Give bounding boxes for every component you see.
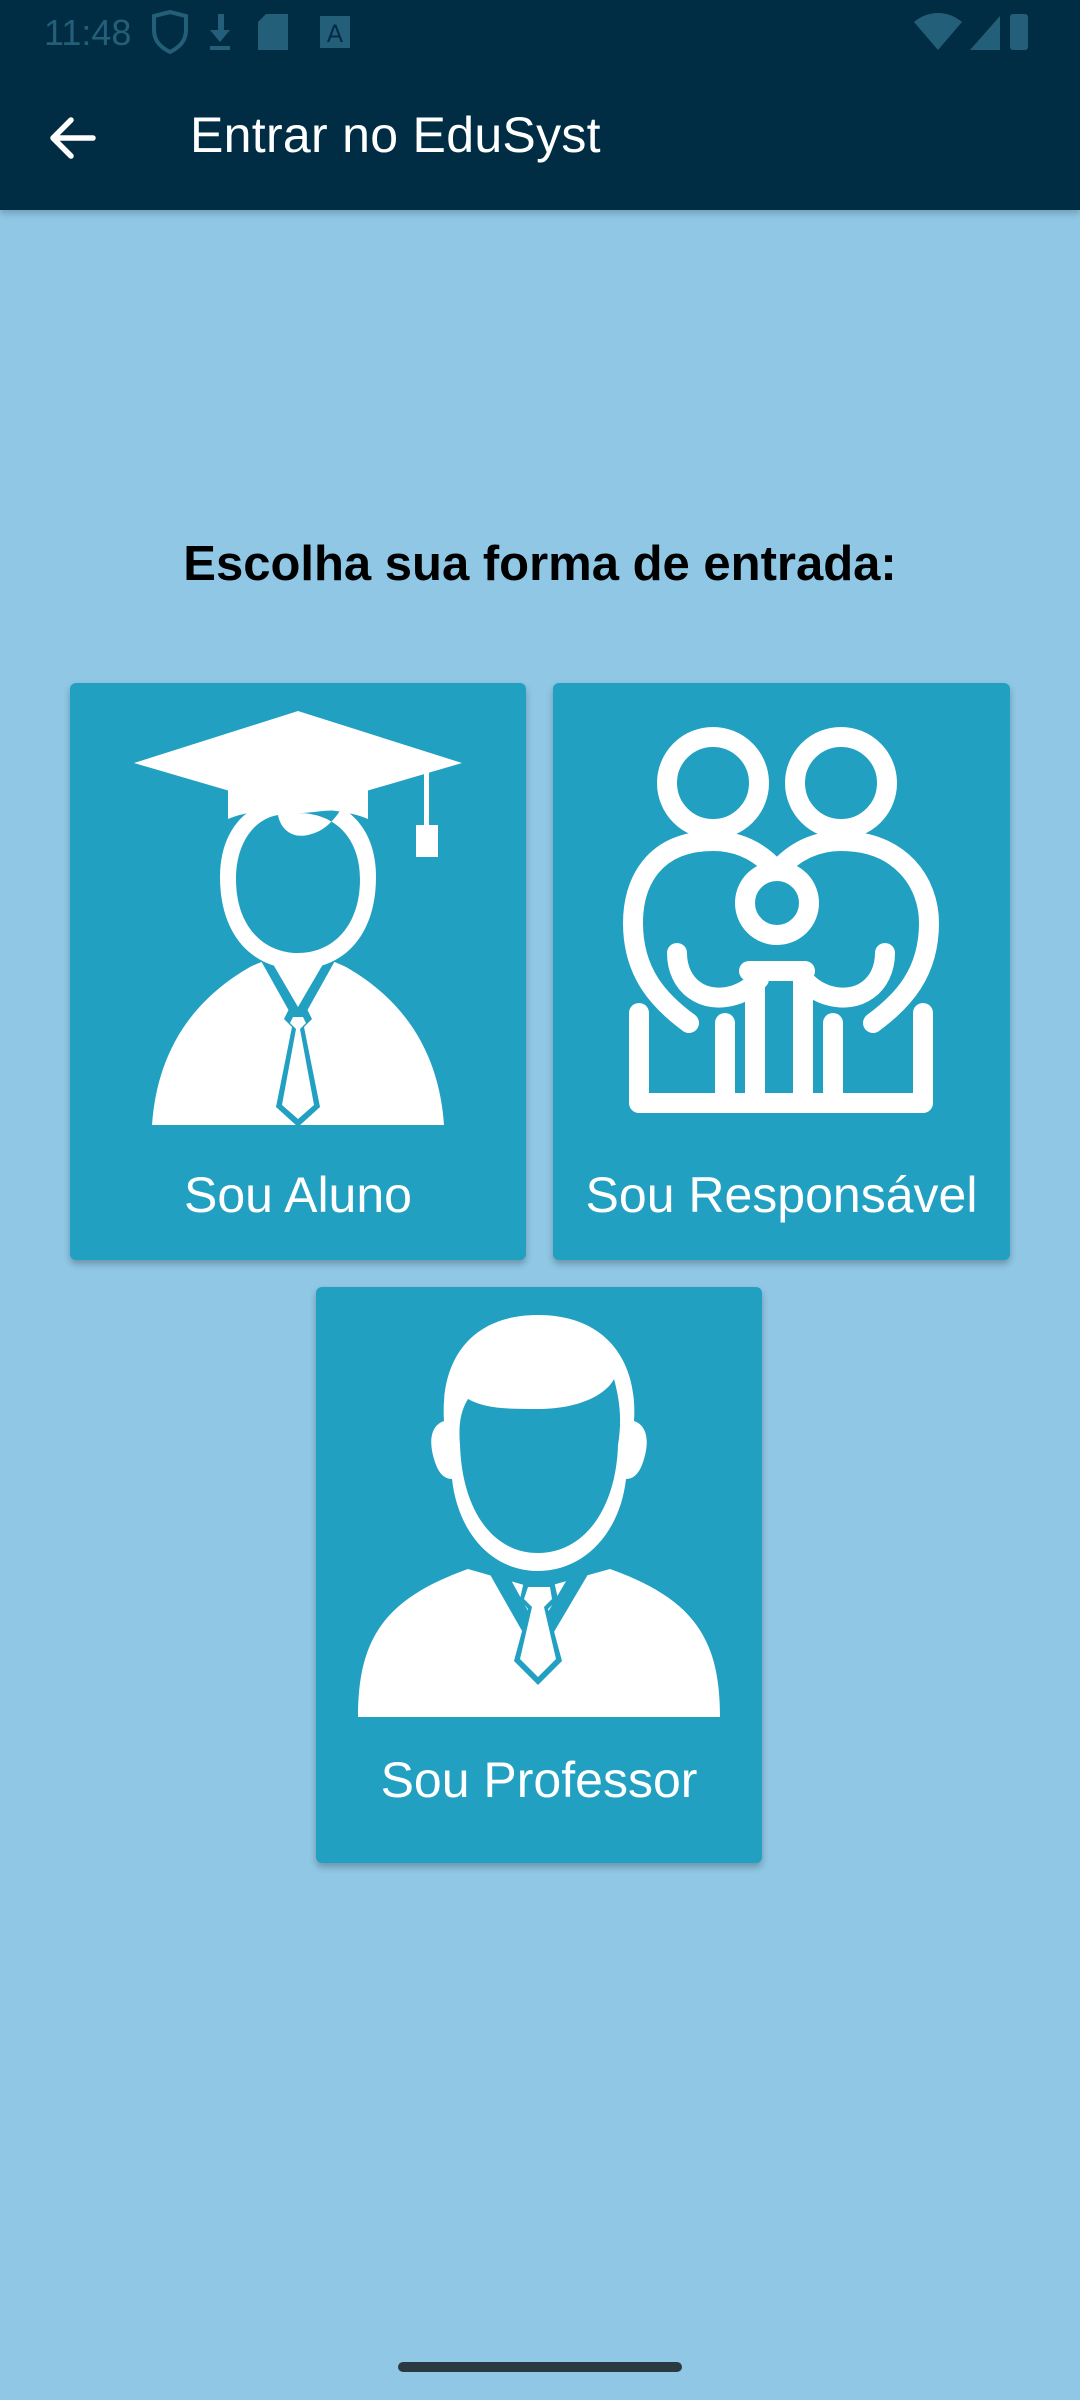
shield-icon xyxy=(152,10,188,54)
guardian-login-card[interactable]: Sou Responsável xyxy=(553,683,1010,1260)
teacher-icon xyxy=(358,1315,720,1717)
status-right-icons xyxy=(914,13,1028,50)
sd-card-icon xyxy=(258,14,288,50)
wifi-icon xyxy=(914,13,962,50)
graduate-student-icon xyxy=(134,711,462,1127)
status-bar: 11:48 A xyxy=(0,0,1080,62)
guardian-card-label: Sou Responsável xyxy=(585,1167,978,1223)
back-button[interactable] xyxy=(34,100,110,176)
home-indicator[interactable] xyxy=(398,2362,682,2372)
arrow-left-icon xyxy=(50,117,96,159)
teacher-card-label: Sou Professor xyxy=(380,1752,698,1808)
battery-icon xyxy=(1010,14,1028,50)
student-login-card[interactable]: Sou Aluno xyxy=(70,683,526,1260)
entry-prompt: Escolha sua forma de entrada: xyxy=(183,537,897,591)
app-bar: Entrar no EduSyst xyxy=(0,62,1080,210)
status-left-icons: A xyxy=(152,10,350,54)
student-card-label: Sou Aluno xyxy=(184,1167,412,1223)
family-icon xyxy=(623,727,939,1113)
status-time: 11:48 xyxy=(44,12,132,53)
teacher-login-card[interactable]: Sou Professor xyxy=(316,1287,762,1863)
svg-text:A: A xyxy=(327,20,344,48)
signal-icon xyxy=(970,16,1000,50)
a-badge-icon: A xyxy=(320,16,350,48)
download-icon xyxy=(210,14,230,50)
app-title: Entrar no EduSyst xyxy=(190,107,601,163)
